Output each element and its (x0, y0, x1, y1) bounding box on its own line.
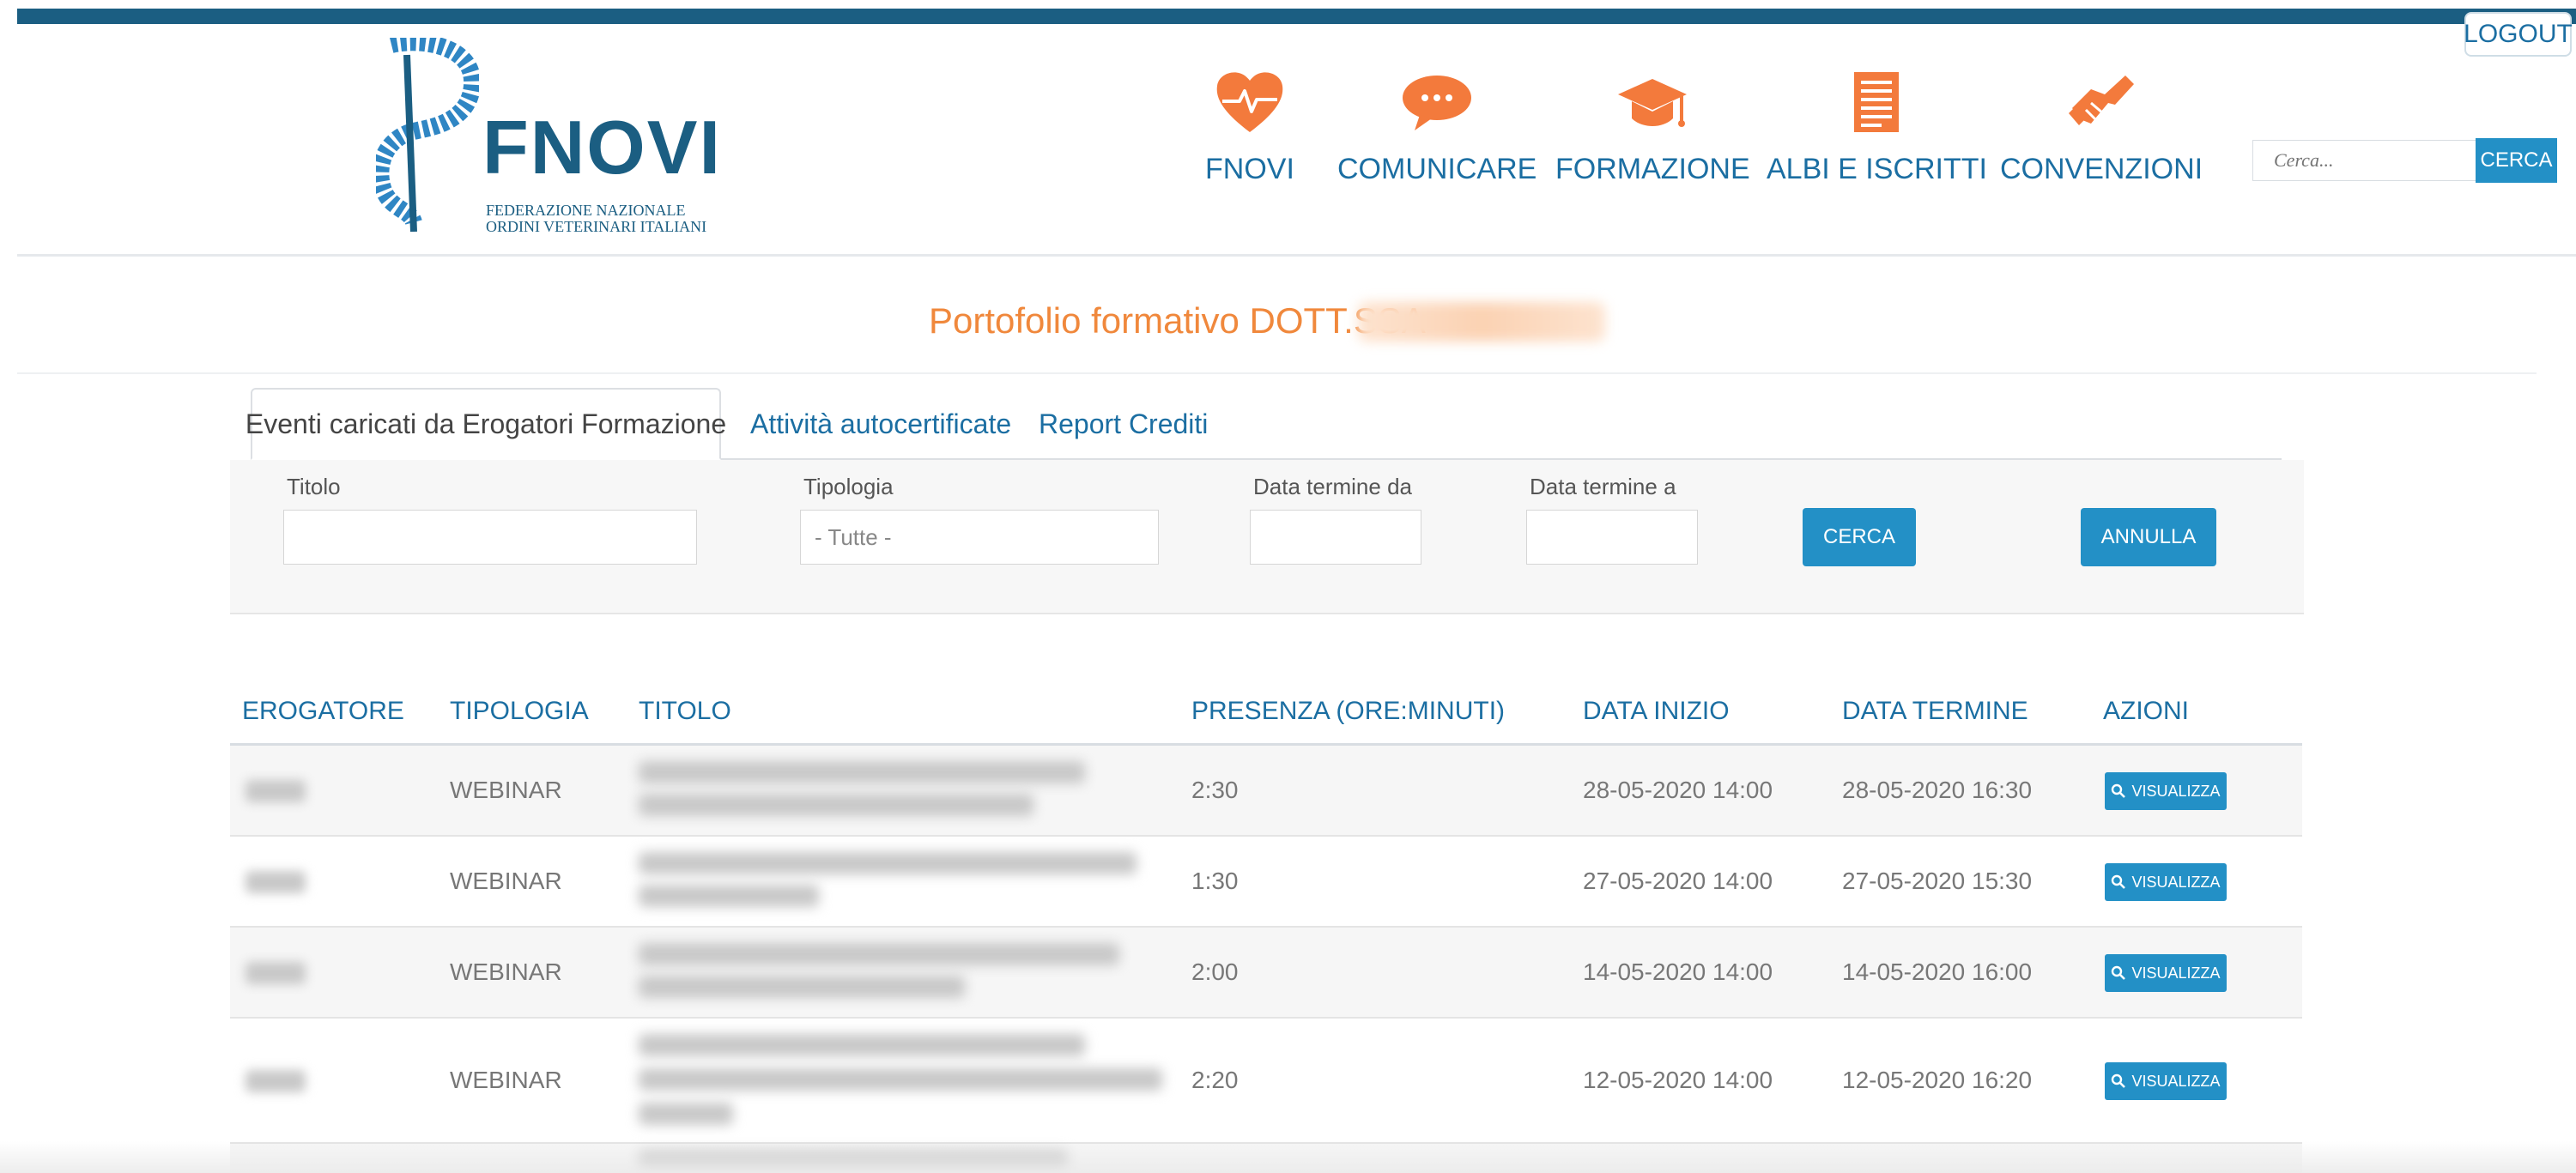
data-termine-a-label: Data termine a (1530, 474, 1676, 499)
nav-item-fnovi[interactable]: FNOVI (1205, 69, 1294, 186)
header-divider (17, 254, 2576, 257)
visualizza-button[interactable]: VISUALIZZA (2105, 954, 2227, 992)
visualizza-button[interactable]: VISUALIZZA (2105, 863, 2227, 901)
top-bar (17, 9, 2576, 24)
redacted-titolo (639, 794, 1033, 816)
search-button[interactable]: CERCA (2476, 138, 2557, 183)
tipologia-select[interactable]: - Tutte - (800, 510, 1159, 565)
col-presenza[interactable]: PRESENZA (ORE:MINUTI) (1191, 697, 1505, 726)
redacted-erogatore (245, 871, 306, 893)
visualizza-button[interactable]: VISUALIZZA (2105, 1062, 2227, 1100)
redacted-titolo (639, 943, 1119, 965)
annulla-button[interactable]: ANNULLA (2081, 508, 2216, 566)
tab-attivita-autocertificate[interactable]: Attività autocertificate (750, 388, 1011, 460)
col-titolo[interactable]: TITOLO (639, 697, 731, 726)
cerca-filter-button[interactable]: CERCA (1803, 508, 1916, 566)
nav-item-convenzioni[interactable]: CONVENZIONI (2000, 69, 2203, 186)
graduation-cap-icon (1618, 79, 1688, 127)
redacted-erogatore (245, 1070, 306, 1092)
redacted-titolo (639, 1068, 1162, 1091)
nav-item-formazione[interactable]: FORMAZIONE (1555, 69, 1750, 186)
scroll-fade (0, 1141, 2576, 1173)
redacted-erogatore (245, 780, 306, 802)
col-data-termine[interactable]: DATA TERMINE (1842, 697, 2028, 726)
titolo-label: Titolo (287, 474, 341, 499)
visualizza-button[interactable]: VISUALIZZA (2105, 772, 2227, 810)
table-row: WEBINAR 1:30 27-05-2020 14:00 27-05-2020… (230, 837, 2302, 928)
tipologia-label: Tipologia (803, 474, 894, 499)
redacted-titolo (639, 976, 965, 998)
redacted-erogatore (245, 962, 306, 984)
nav-item-albi-iscritti[interactable]: ALBI E ISCRITTI (1767, 69, 1987, 186)
titolo-input[interactable] (283, 510, 697, 565)
redacted-titolo (639, 761, 1085, 783)
document-list-icon (1854, 72, 1900, 132)
data-termine-da-input[interactable] (1250, 510, 1421, 565)
page-title: Portofolio formativo DOTT.SSA (929, 300, 1426, 341)
col-azioni: AZIONI (2103, 697, 2190, 725)
tab-report-crediti[interactable]: Report Crediti (1039, 388, 1208, 460)
logout-button[interactable]: LOGOUT (2464, 12, 2573, 57)
search-input[interactable] (2252, 140, 2477, 181)
logo-wordmark[interactable]: FNOVI (482, 110, 722, 185)
speech-bubble-icon (1403, 76, 1472, 130)
fnovi-logo-mark-icon[interactable] (372, 33, 482, 235)
redacted-titolo (639, 1034, 1085, 1056)
redacted-titolo (639, 885, 819, 907)
handshake-icon (2069, 76, 2135, 125)
col-data-inizio[interactable]: DATA INIZIO (1583, 697, 1730, 726)
nav-item-comunicare[interactable]: COMUNICARE (1337, 69, 1537, 186)
heart-pulse-icon (1216, 72, 1283, 132)
title-divider (17, 372, 2537, 374)
table-row: WEBINAR 2:20 12-05-2020 14:00 12-05-2020… (230, 1019, 2302, 1144)
table-row: WEBINAR 2:00 14-05-2020 14:00 14-05-2020… (230, 928, 2302, 1019)
redacted-titolo (639, 1103, 733, 1125)
redacted-name (1358, 302, 1605, 342)
logo-subtitle: FEDERAZIONE NAZIONALE ORDINI VETERINARI … (486, 202, 707, 235)
search-icon (2112, 783, 2126, 798)
col-tipologia[interactable]: TIPOLOGIA (450, 697, 589, 726)
tab-eventi-erogatori[interactable]: Eventi caricati da Erogatori Formazione (245, 388, 726, 460)
col-erogatore[interactable]: EROGATORE (242, 697, 404, 726)
redacted-titolo (639, 852, 1136, 874)
search-icon (2112, 965, 2126, 980)
search-icon (2112, 874, 2126, 889)
table-row: WEBINAR 2:30 28-05-2020 14:00 28-05-2020… (230, 746, 2302, 837)
data-termine-a-input[interactable] (1526, 510, 1698, 565)
data-termine-da-label: Data termine da (1253, 474, 1412, 499)
search-icon (2112, 1073, 2126, 1088)
